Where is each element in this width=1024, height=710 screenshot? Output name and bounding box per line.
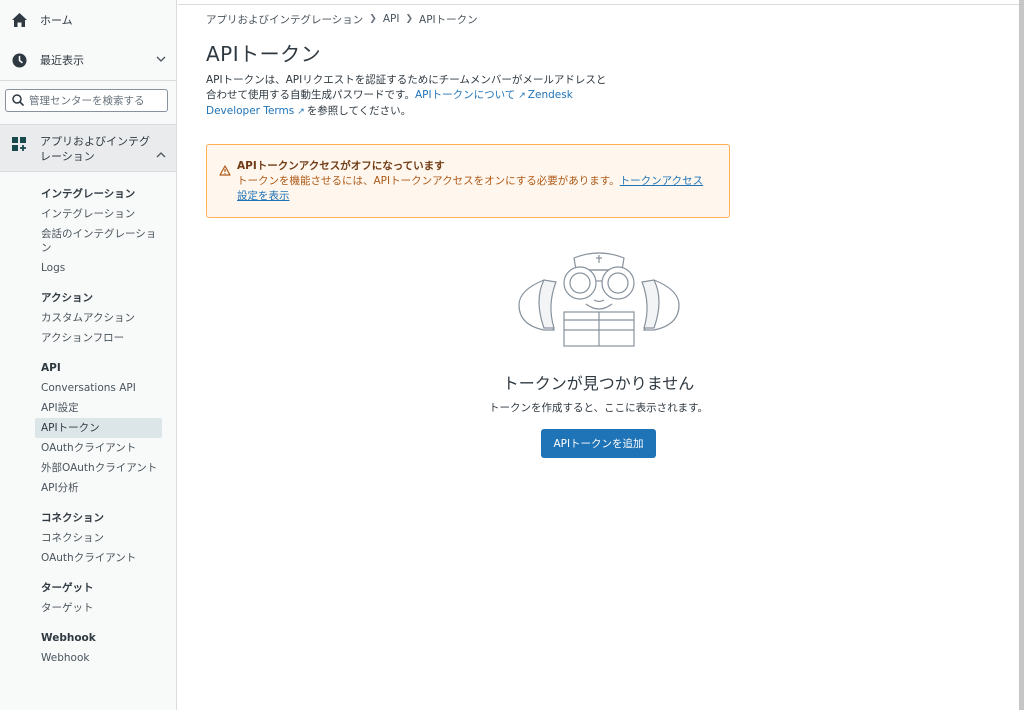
external-link-icon: ↗ bbox=[518, 91, 526, 101]
chevron-up-icon[interactable] bbox=[156, 143, 166, 162]
sidebar-subnav: インテグレーション インテグレーション 会話のインテグレーション Logs アク… bbox=[0, 186, 176, 668]
sidebar-item-conversation-integrations[interactable]: 会話のインテグレーション bbox=[41, 224, 159, 258]
sidebar-item-oauth-clients[interactable]: OAuthクライアント bbox=[41, 438, 176, 458]
sidebar-item-external-oauth-clients[interactable]: 外部OAuthクライアント bbox=[41, 458, 176, 478]
sidebar-item-webhooks[interactable]: Webhook bbox=[41, 648, 176, 668]
breadcrumb-current: APIトークン bbox=[419, 13, 478, 26]
sidebar-item-api-analytics[interactable]: API分析 bbox=[41, 478, 176, 498]
alert-body-text: トークンを機能させるには、APIトークンアクセスをオンにする必要があります。 bbox=[237, 175, 620, 187]
chevron-down-icon[interactable] bbox=[156, 53, 166, 66]
warning-icon bbox=[219, 161, 231, 180]
search-icon bbox=[12, 91, 24, 110]
sidebar-item-logs[interactable]: Logs bbox=[41, 258, 176, 278]
sidebar-item-integrations[interactable]: インテグレーション bbox=[41, 204, 176, 224]
binoculars-illustration bbox=[517, 252, 680, 347]
alert-body: トークンを機能させるには、APIトークンアクセスをオンにする必要があります。トー… bbox=[237, 174, 709, 204]
group-title: インテグレーション bbox=[41, 188, 136, 200]
empty-state: トークンが見つかりません トークンを作成すると、ここに表示されます。 APIトー… bbox=[178, 250, 1019, 458]
group-webhooks: Webhook Webhook bbox=[41, 630, 176, 668]
external-link-icon: ↗ bbox=[297, 107, 305, 117]
breadcrumb-item[interactable]: アプリおよびインテグレーション bbox=[206, 12, 363, 27]
nav-recent-label: 最近表示 bbox=[40, 54, 84, 67]
sidebar-item-api-tokens[interactable]: APIトークン bbox=[35, 418, 162, 438]
group-title: Webhook bbox=[41, 632, 96, 644]
breadcrumb: アプリおよびインテグレーション ❯ API ❯ APIトークン bbox=[206, 12, 996, 26]
apps-grid-icon bbox=[11, 136, 27, 152]
sidebar-item-custom-actions[interactable]: カスタムアクション bbox=[41, 308, 176, 328]
sidebar-item-api-settings[interactable]: API設定 bbox=[41, 398, 176, 418]
group-connections: コネクション コネクション OAuthクライアント bbox=[41, 510, 176, 568]
sidebar-item-action-flows[interactable]: アクションフロー bbox=[41, 328, 176, 348]
group-api: API Conversations API API設定 APIトークン OAut… bbox=[35, 360, 176, 498]
chevron-right-icon: ❯ bbox=[369, 14, 377, 24]
chevron-right-icon: ❯ bbox=[405, 14, 414, 24]
sidebar: ホーム 最近表示 アプリおよびインテグレーション インテグレーション インテグレ… bbox=[0, 0, 177, 710]
sidebar-divider bbox=[0, 80, 176, 81]
page-description: APIトークンは、APIリクエストを認証するためにチームメンバーがメールアドレス… bbox=[206, 73, 616, 120]
empty-state-title: トークンが見つかりません bbox=[502, 374, 695, 393]
sidebar-item-targets[interactable]: ターゲット bbox=[41, 598, 176, 618]
nav-recent[interactable]: 最近表示 bbox=[0, 40, 176, 80]
group-title: API bbox=[41, 362, 61, 374]
group-actions: アクション カスタムアクション アクションフロー bbox=[41, 290, 176, 348]
empty-state-subtitle: トークンを作成すると、ここに表示されます。 bbox=[488, 402, 709, 414]
sidebar-item-conversations-api[interactable]: Conversations API bbox=[41, 378, 176, 398]
group-integrations: インテグレーション インテグレーション 会話のインテグレーション Logs bbox=[41, 186, 176, 278]
group-title: コネクション bbox=[41, 512, 104, 524]
clock-icon bbox=[10, 51, 28, 69]
sidebar-item-connections[interactable]: コネクション bbox=[41, 528, 176, 548]
group-title: アクション bbox=[41, 292, 93, 304]
top-bar bbox=[178, 0, 1019, 5]
sidebar-item-connection-oauth-clients[interactable]: OAuthクライアント bbox=[41, 548, 176, 568]
nav-home[interactable]: ホーム bbox=[0, 0, 176, 40]
sidebar-section-apps[interactable]: アプリおよびインテグレーション bbox=[0, 124, 176, 172]
add-api-token-button[interactable]: APIトークンを追加 bbox=[541, 429, 656, 458]
scrollbar[interactable] bbox=[1019, 0, 1024, 710]
alert-title: APIトークンアクセスがオフになっています bbox=[237, 160, 445, 172]
search-input[interactable] bbox=[29, 94, 159, 107]
description-suffix: を参照してください。 bbox=[306, 105, 412, 117]
group-title: ターゲット bbox=[41, 582, 94, 594]
page-title: APIトークン bbox=[206, 42, 322, 66]
warning-alert: APIトークンアクセスがオフになっています トークンを機能させるには、APIトー… bbox=[206, 144, 730, 218]
breadcrumb-item[interactable]: API bbox=[383, 13, 400, 25]
home-icon bbox=[10, 11, 28, 29]
nav-home-label: ホーム bbox=[40, 14, 73, 27]
main-content: アプリおよびインテグレーション ❯ API ❯ APIトークン APIトークン … bbox=[206, 12, 996, 218]
apps-section-label: アプリおよびインテグレーション bbox=[40, 135, 150, 163]
sidebar-search[interactable] bbox=[5, 89, 168, 112]
group-targets: ターゲット ターゲット bbox=[41, 580, 176, 618]
about-api-tokens-link[interactable]: APIトークンについて bbox=[415, 89, 515, 101]
